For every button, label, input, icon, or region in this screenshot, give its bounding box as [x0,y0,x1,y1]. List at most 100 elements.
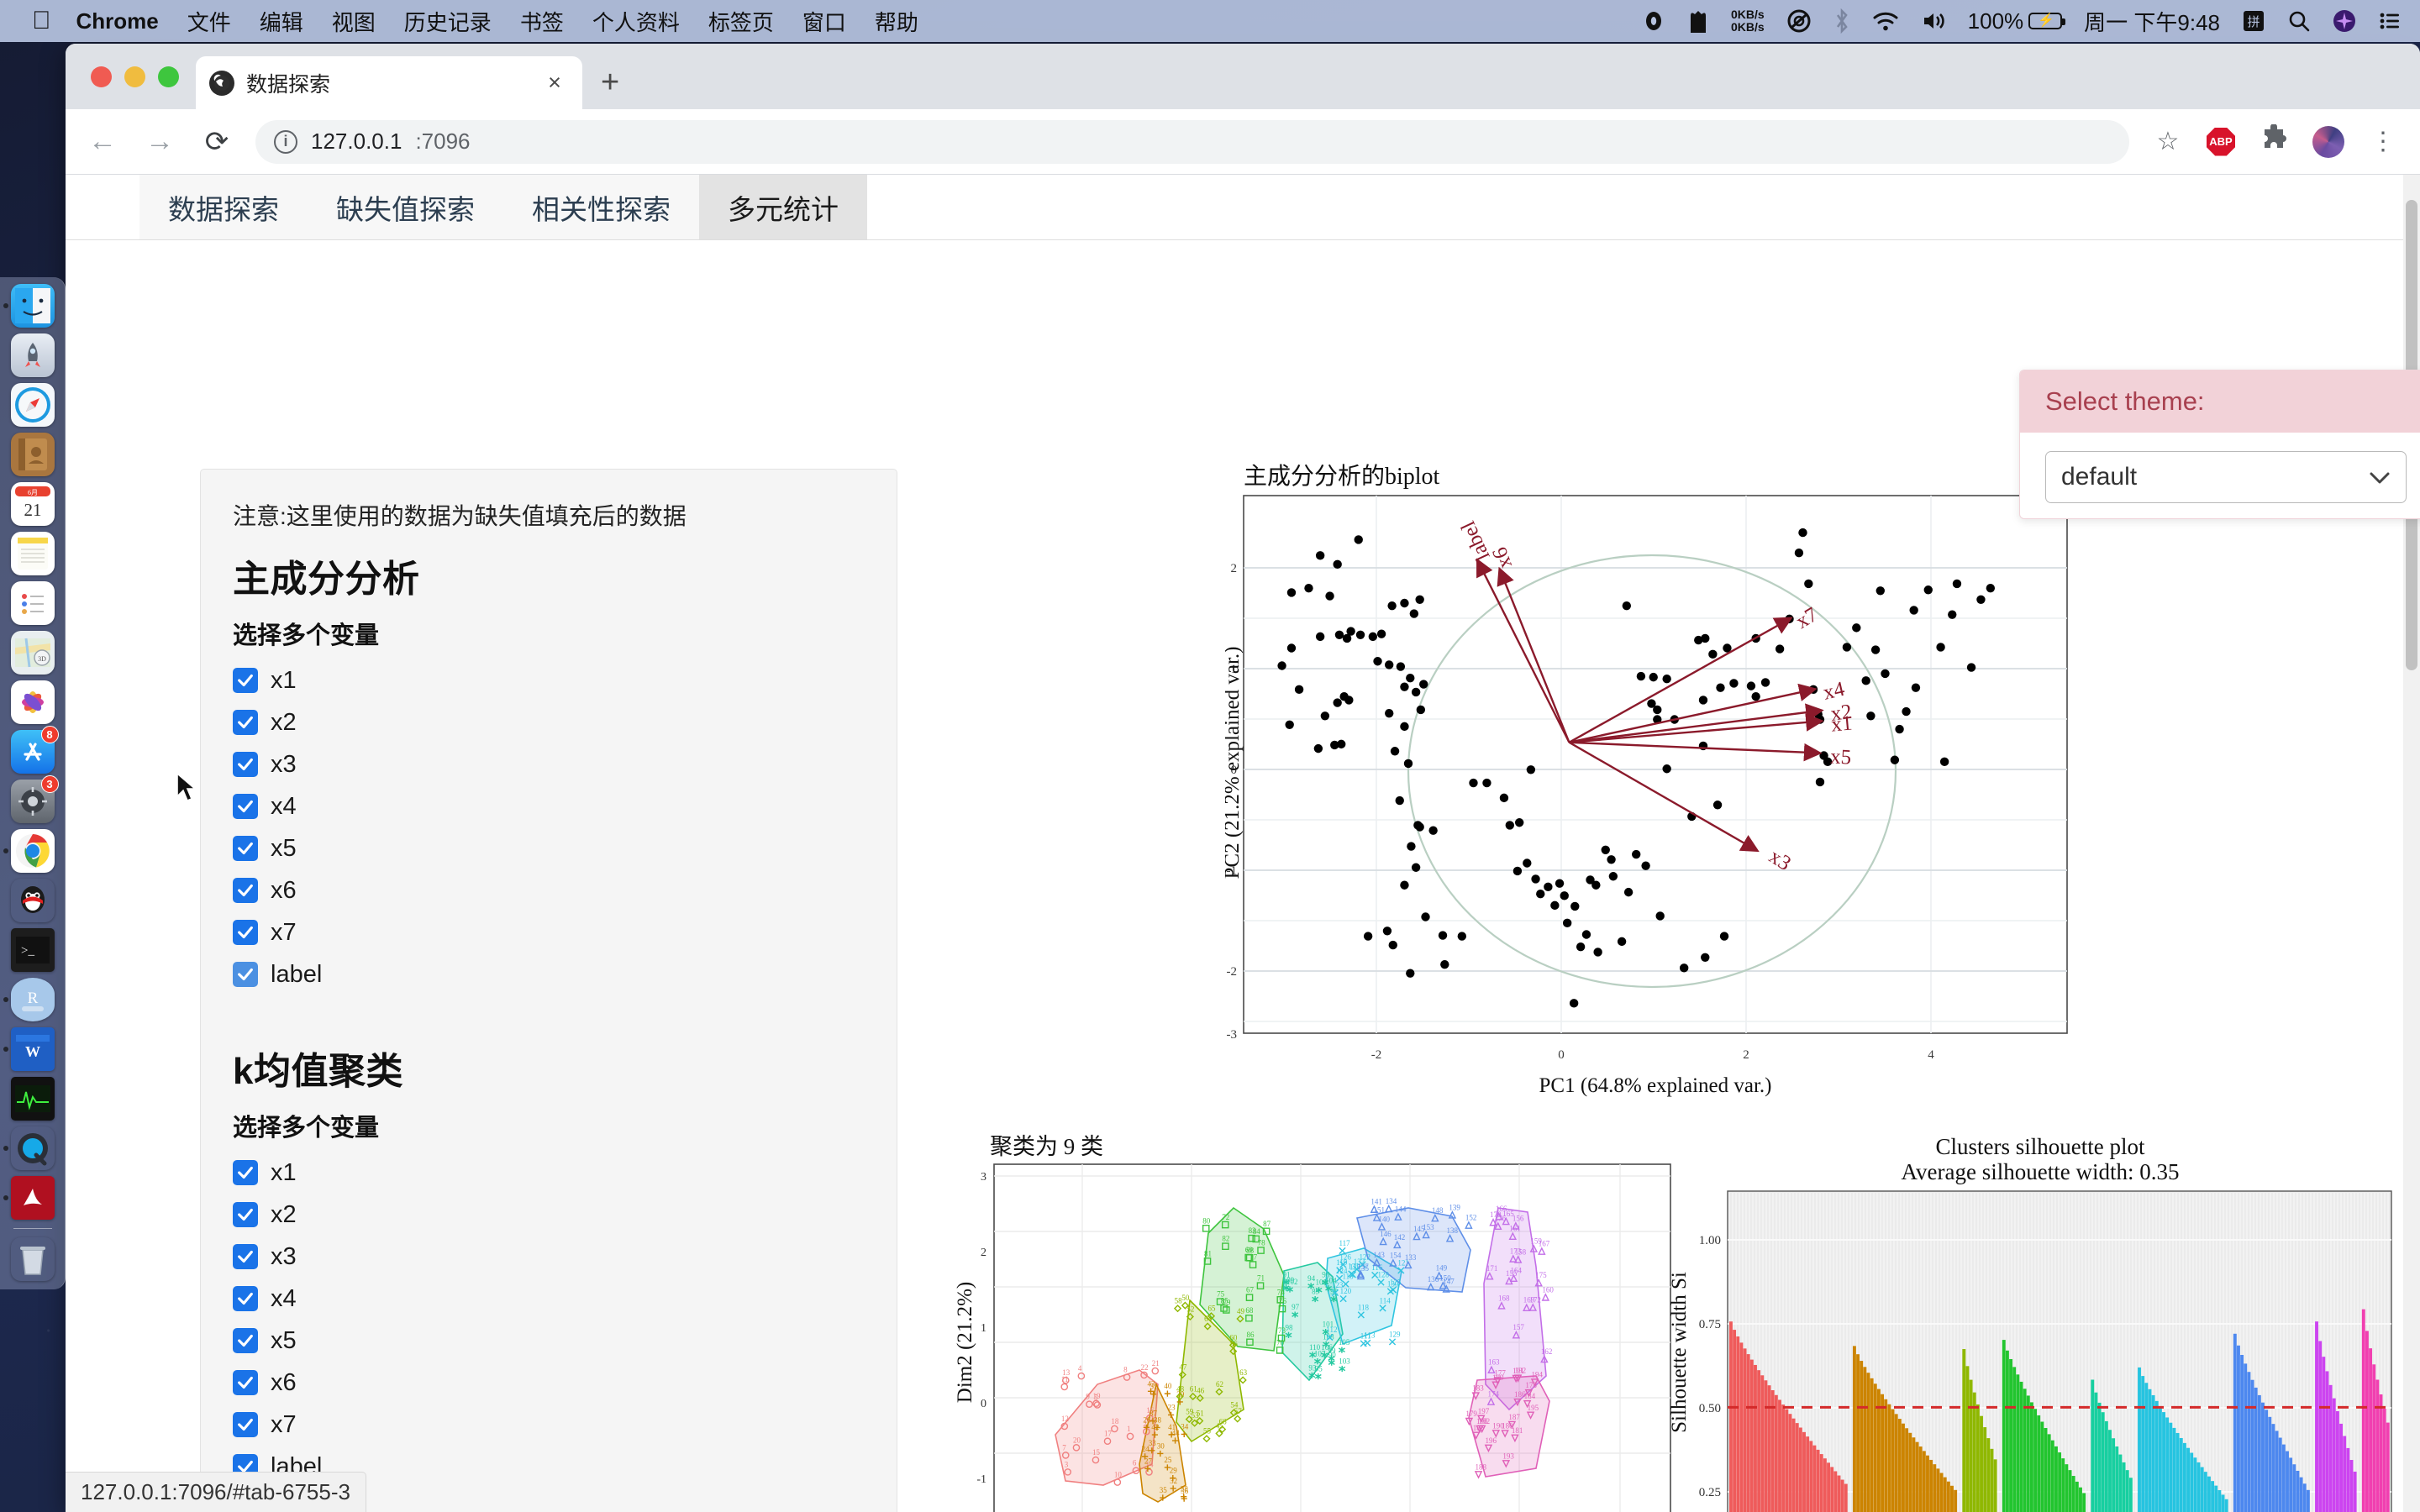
menu-item-view[interactable]: 视图 [332,6,376,37]
checkbox-checked-icon[interactable] [233,1412,258,1437]
dock-icon-system-preferences[interactable]: 3 [10,775,59,823]
dock-icon-notes[interactable] [10,532,55,575]
checkbox-checked-icon[interactable] [233,1202,258,1227]
pca-checkbox-x3[interactable]: x3 [233,743,865,785]
checkbox-checked-icon[interactable] [233,1328,258,1353]
site-info-icon[interactable]: i [274,129,297,154]
menu-bar-clock[interactable]: 周一 下午9:48 [2084,6,2220,37]
adblock-plus-icon[interactable]: ABP [2207,127,2235,156]
pca-checkbox-x1[interactable]: x1 [233,659,865,701]
menu-item-help[interactable]: 帮助 [875,6,918,37]
kmeans-checkbox-x1[interactable]: x1 [233,1152,865,1194]
minimize-window-button[interactable] [124,66,145,87]
checkbox-checked-icon[interactable] [233,752,258,777]
bluetooth-icon[interactable] [1833,8,1850,34]
menu-item-bookmarks[interactable]: 书签 [520,6,564,37]
silhouette-bar [1918,1446,1923,1512]
back-button[interactable]: ← [84,125,121,158]
pca-checkbox-x2[interactable]: x2 [233,701,865,743]
dock-icon-maps[interactable]: 3D [10,631,55,675]
cluster-point-label: 55 [1203,1427,1212,1436]
tab-missing-value[interactable]: 缺失值探索 [308,175,503,239]
menu-item-edit[interactable]: 编辑 [260,6,303,37]
checkbox-checked-icon[interactable] [233,794,258,819]
checkbox-checked-icon[interactable] [233,710,258,735]
tab-multivariate-stats[interactable]: 多元统计 [699,175,867,239]
siri-icon[interactable] [2333,9,2356,33]
volume-icon[interactable] [1921,10,1946,32]
checkbox-checked-icon[interactable] [233,836,258,861]
silhouette-bar [2016,1374,2020,1512]
dock-icon-r-studio[interactable]: R [3,978,55,1021]
dock-icon-quicktime[interactable] [3,1126,55,1170]
clean-icon[interactable] [1786,8,1812,34]
pca-checkbox-x5[interactable]: x5 [233,827,865,869]
kmeans-checkbox-x4[interactable]: x4 [233,1278,865,1320]
silhouette-bar [1760,1375,1765,1512]
chevron-down-icon[interactable] [2369,463,2391,491]
pca-checkbox-x4[interactable]: x4 [233,785,865,827]
extensions-puzzle-icon[interactable] [2255,123,2292,160]
pca-checkbox-label[interactable]: label [233,953,865,995]
kmeans-checkbox-x7[interactable]: x7 [233,1404,865,1446]
net-speed-icon[interactable]: 0KB/s 0KB/s [1731,8,1765,34]
tab-data-exploration[interactable]: 数据探索 [139,175,308,239]
kmeans-checkbox-x3[interactable]: x3 [233,1236,865,1278]
dock-icon-safari[interactable] [10,383,55,427]
dock-icon-app-store[interactable]: 8 [10,726,59,774]
control-center-icon[interactable] [2378,9,2402,33]
menu-item-tabs[interactable]: 标签页 [708,6,774,37]
dock-icon-word[interactable]: W [3,1027,55,1071]
pca-checkbox-x6[interactable]: x6 [233,869,865,911]
checkbox-checked-icon[interactable] [233,1370,258,1395]
close-tab-icon[interactable]: × [540,70,569,96]
menu-item-file[interactable]: 文件 [187,6,231,37]
dock-icon-photos[interactable] [10,680,55,724]
dock-icon-chrome[interactable] [3,829,55,873]
forward-button[interactable]: → [141,125,178,158]
maximize-window-button[interactable] [158,66,179,87]
pca-checkbox-x7[interactable]: x7 [233,911,865,953]
new-tab-button[interactable]: + [601,65,619,101]
dock-icon-qq[interactable] [11,879,55,922]
checkbox-checked-icon[interactable] [233,1244,258,1269]
dock-icon-launchpad[interactable] [10,333,55,377]
dock-icon-trash[interactable] [11,1237,55,1281]
checkbox-checked-icon[interactable] [233,1160,258,1185]
dock-icon-contacts[interactable] [10,433,55,476]
dock-icon-terminal[interactable]: >_ [10,928,55,972]
cat-icon[interactable] [1687,9,1709,33]
search-icon[interactable] [2287,9,2311,33]
browser-tab[interactable]: 数据探索 × [196,56,582,109]
dock-icon-acrobat-reader[interactable] [3,1176,55,1220]
wifi-icon[interactable] [1872,10,1899,32]
input-method-icon[interactable]: 拼 [2242,9,2265,33]
pca-biplot: 主成分分析的biplot label x6 x7 x4 x2 x1 x5 x3 … [1221,460,2116,1132]
dock-icon-calendar[interactable]: 6月 21 [10,482,55,526]
menu-item-window[interactable]: 窗口 [802,6,846,37]
chrome-menu-icon[interactable]: ⋮ [2365,127,2402,156]
battery-icon[interactable]: 100% ⚡ [1968,8,2066,34]
kmeans-checkbox-x2[interactable]: x2 [233,1194,865,1236]
menu-item-history[interactable]: 历史记录 [404,6,492,37]
tab-correlation[interactable]: 相关性探索 [503,175,699,239]
menu-item-profiles[interactable]: 个人资料 [592,6,680,37]
checkbox-checked-icon[interactable] [233,668,258,693]
dock-icon-reminders[interactable] [10,581,55,625]
menu-app-name[interactable]: Chrome [76,8,159,34]
checkbox-checked-icon[interactable] [233,1286,258,1311]
bookmark-star-icon[interactable]: ☆ [2149,127,2186,156]
record-icon[interactable] [1642,9,1665,33]
close-window-button[interactable] [91,66,112,87]
checkbox-checked-icon[interactable] [233,962,258,987]
dock-icon-finder[interactable] [3,284,55,328]
kmeans-checkbox-x6[interactable]: x6 [233,1362,865,1404]
theme-select-dropdown[interactable]: default [2045,451,2407,503]
dock-icon-activity-monitor[interactable] [10,1077,55,1121]
kmeans-checkbox-x5[interactable]: x5 [233,1320,865,1362]
profile-avatar[interactable] [2312,125,2344,158]
checkbox-checked-icon[interactable] [233,920,258,945]
reload-button[interactable]: ⟳ [198,125,235,159]
address-bar[interactable]: i 127.0.0.1:7096 [255,119,2129,164]
checkbox-checked-icon[interactable] [233,878,258,903]
